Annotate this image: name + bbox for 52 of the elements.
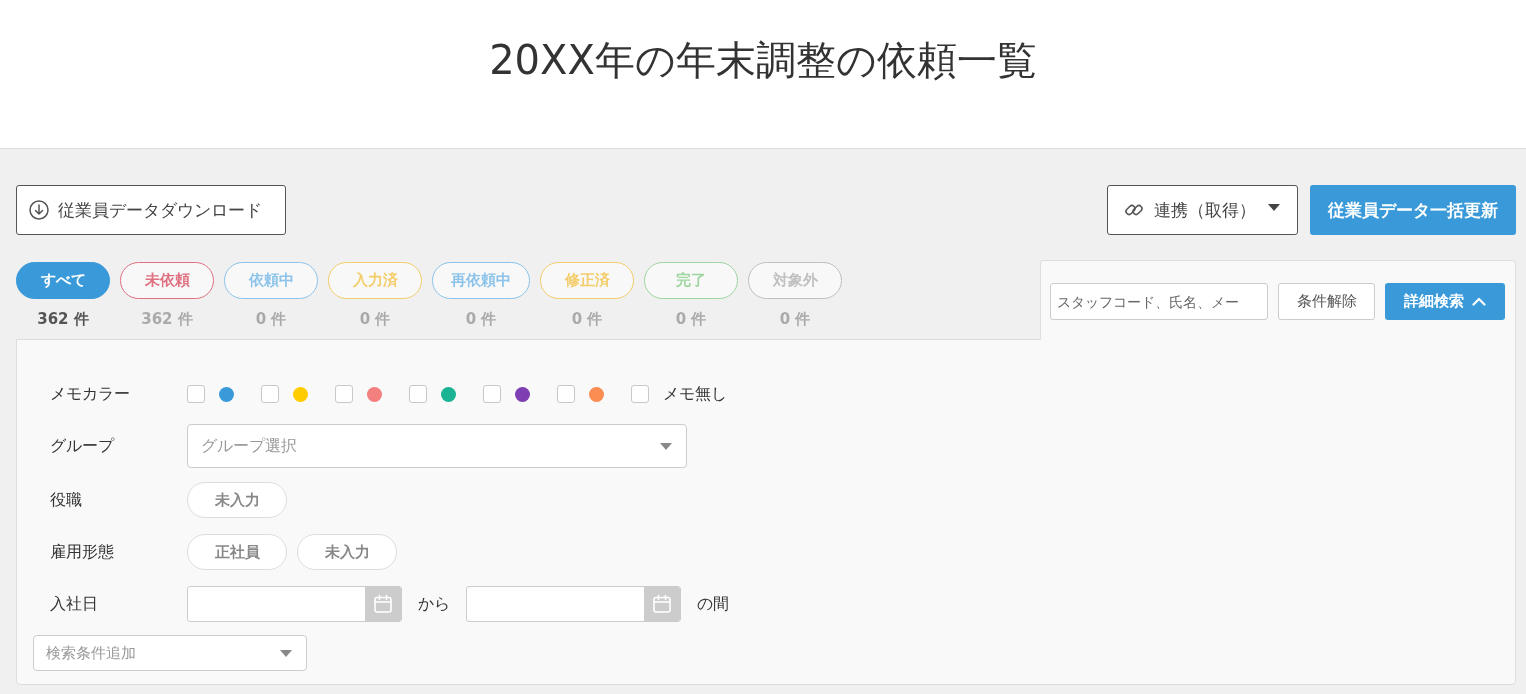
search-field[interactable]: スタッフコード、氏名、メー bbox=[1050, 283, 1268, 320]
clear-conditions-button[interactable]: 条件解除 bbox=[1278, 283, 1375, 320]
download-icon bbox=[29, 200, 49, 220]
add-condition-select[interactable]: 検索条件追加 bbox=[33, 635, 307, 671]
status-tab[interactable]: 対象外 bbox=[748, 262, 842, 299]
range-text: の間 bbox=[697, 593, 729, 615]
advanced-search-button[interactable]: 詳細検索 bbox=[1385, 283, 1505, 320]
status-count: 0 件 bbox=[571, 309, 603, 329]
calendar-button[interactable] bbox=[644, 587, 680, 621]
filter-option-pill[interactable]: 正社員 bbox=[187, 534, 287, 570]
filter-label: 役職 bbox=[50, 489, 83, 511]
status-tab[interactable]: 未依頼 bbox=[120, 262, 214, 299]
caret-icon bbox=[280, 649, 292, 657]
date-field[interactable] bbox=[187, 586, 402, 622]
checkbox[interactable] bbox=[261, 385, 279, 403]
checkbox[interactable] bbox=[557, 385, 575, 403]
range-text: から bbox=[418, 593, 450, 615]
filter-label: 雇用形態 bbox=[50, 541, 115, 563]
download-button[interactable]: 従業員データダウンロード bbox=[16, 185, 286, 235]
group-select[interactable]: グループ選択 bbox=[187, 424, 687, 468]
filter-option-pill[interactable]: 未入力 bbox=[297, 534, 397, 570]
filter-label: メモカラー bbox=[50, 383, 131, 405]
sync-dropdown-button[interactable]: 連携（取得） bbox=[1107, 185, 1298, 235]
status-tab[interactable]: すべて bbox=[16, 262, 110, 299]
filter-option-pill[interactable]: 未入力 bbox=[187, 482, 287, 518]
calendar-button[interactable] bbox=[365, 587, 401, 621]
checkbox[interactable] bbox=[409, 385, 427, 403]
status-count: 362 件 bbox=[37, 309, 89, 329]
status-count: 362 件 bbox=[141, 309, 193, 329]
bulk-update-button[interactable]: 従業員データ一括更新 bbox=[1310, 185, 1516, 235]
status-tab[interactable]: 完了 bbox=[644, 262, 738, 299]
filter-label: 入社日 bbox=[50, 593, 99, 615]
checkbox[interactable] bbox=[187, 385, 205, 403]
status-tab[interactable]: 依頼中 bbox=[224, 262, 318, 299]
status-count: 0 件 bbox=[255, 309, 287, 329]
status-count: 0 件 bbox=[465, 309, 497, 329]
caret-icon bbox=[1267, 203, 1280, 211]
chevron-up-icon bbox=[1472, 297, 1486, 306]
caret-icon bbox=[660, 442, 672, 450]
date-field[interactable] bbox=[466, 586, 681, 622]
status-count: 0 件 bbox=[675, 309, 707, 329]
page-title: 20XX年の年末調整の依頼一覧 bbox=[489, 36, 1037, 85]
filter-label: グループ bbox=[50, 435, 116, 457]
checkbox[interactable] bbox=[335, 385, 353, 403]
checkbox-label: メモ無し bbox=[663, 383, 727, 405]
status-count: 0 件 bbox=[779, 309, 811, 329]
checkbox[interactable] bbox=[483, 385, 501, 403]
checkbox[interactable] bbox=[631, 385, 649, 403]
calendar-icon bbox=[373, 594, 393, 614]
calendar-icon bbox=[652, 594, 672, 614]
status-count: 0 件 bbox=[359, 309, 391, 329]
status-tab[interactable]: 再依頼中 bbox=[432, 262, 530, 299]
